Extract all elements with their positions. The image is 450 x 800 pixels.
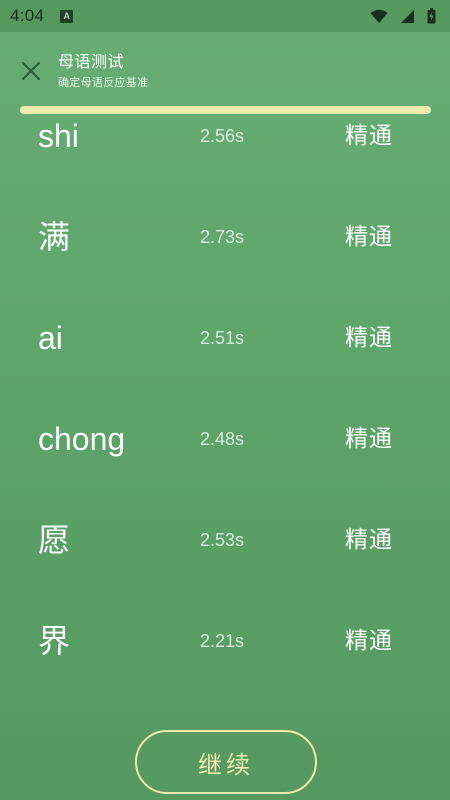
status-icons [370, 8, 436, 24]
continue-button[interactable]: 继续 [135, 730, 317, 794]
result-row: 满 2.73s 精通 [0, 215, 450, 316]
result-word: 愿 [38, 522, 71, 558]
result-level: 精通 [345, 527, 393, 553]
page-subtitle: 确定母语反应基准 [58, 76, 149, 89]
results-list: shi 2.56s 精通满 2.73s 精通 ai 2.51s 精通 chong 2.48s 精通愿… [0, 114, 450, 714]
battery-icon [427, 8, 436, 24]
page-title: 母语测试 [58, 52, 125, 71]
status-bar: 4:04 A [0, 0, 450, 32]
result-row: 愿 2.53s 精通 [0, 518, 450, 619]
header: 母语测试 确定母语反应基准 [0, 32, 450, 104]
result-row: 界 2.21s 精通 [0, 619, 450, 720]
result-time: 2.56s [200, 126, 245, 146]
result-row: shi 2.56s 精通 [0, 114, 450, 215]
progress-bar [20, 106, 431, 114]
result-level: 精通 [345, 628, 393, 654]
result-word: shi [38, 118, 79, 154]
result-level: 精通 [345, 123, 393, 149]
result-word: chong [38, 421, 126, 457]
signal-icon [400, 9, 415, 24]
notification-icon: A [60, 9, 74, 23]
result-row: chong 2.48s 精通 [0, 417, 450, 518]
status-time: 4:04 [10, 6, 45, 25]
result-word: 界 [38, 623, 71, 659]
result-word: ai [38, 320, 63, 356]
result-level: 精通 [345, 325, 393, 351]
close-icon [21, 61, 41, 81]
result-word: 满 [38, 219, 71, 255]
result-time: 2.73s [200, 227, 245, 247]
result-time: 2.48s [200, 429, 245, 449]
result-time: 2.21s [200, 631, 245, 651]
result-row: ai 2.51s 精通 [0, 316, 450, 417]
progress-fill [20, 106, 431, 114]
result-time: 2.53s [200, 530, 245, 550]
result-level: 精通 [345, 224, 393, 250]
close-button[interactable] [14, 54, 48, 88]
result-time: 2.51s [200, 328, 245, 348]
result-level: 精通 [345, 426, 393, 452]
wifi-icon [370, 9, 388, 24]
